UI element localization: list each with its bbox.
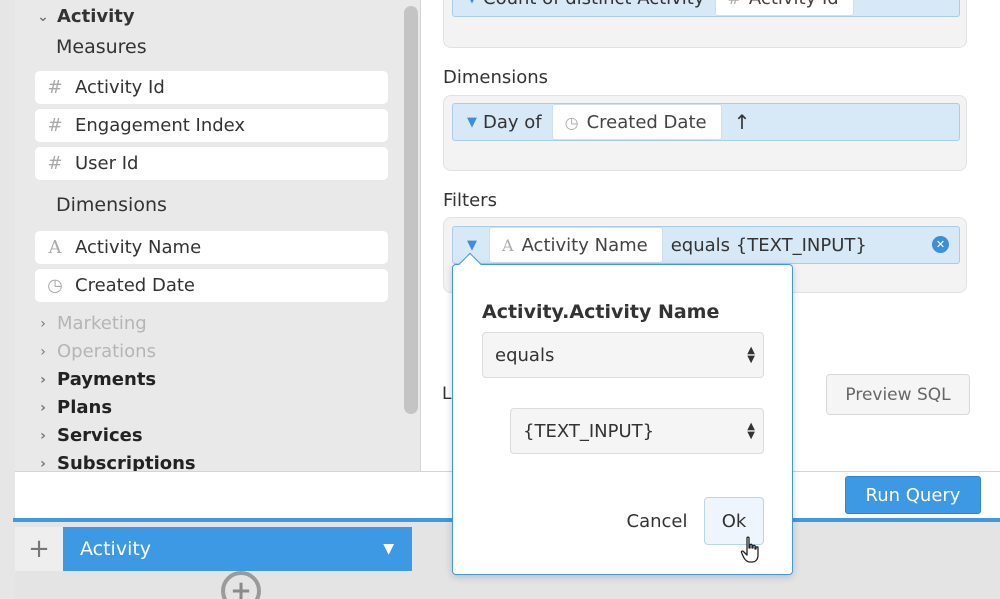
model-payments[interactable]: › Payments (33, 369, 156, 390)
filters-heading: Filters (443, 190, 497, 211)
add-query-button[interactable]: + (15, 527, 63, 571)
model-operations[interactable]: › Operations (33, 341, 156, 362)
dimensions-drop-zone[interactable]: ▼ Day of ◷ Created Date ↑ (443, 95, 967, 171)
query-tab-label: Activity (80, 538, 152, 560)
model-subscriptions[interactable]: › Subscriptions (33, 453, 196, 471)
model-label: Payments (57, 369, 157, 390)
filter-popover: Activity.Activity Name equals ▲ ▼ {TEXT_I… (452, 264, 793, 575)
filter-pill[interactable]: ▼ A Activity Name equals {TEXT_INPUT} ✕ (452, 226, 960, 264)
filter-field-label: Activity Name (521, 234, 648, 256)
model-activity[interactable]: ⌄ Activity (33, 6, 135, 27)
limit-label: L (442, 384, 452, 404)
measure-pill[interactable]: ▼ Count of distinct Activity # Activity … (452, 0, 960, 17)
hash-icon: # (47, 77, 63, 98)
model-plans[interactable]: › Plans (33, 397, 112, 418)
field-activity-name[interactable]: A Activity Name (35, 231, 388, 264)
chevron-down-icon: ⌄ (37, 8, 49, 25)
cancel-button[interactable]: Cancel (619, 501, 695, 541)
model-services[interactable]: › Services (33, 425, 143, 446)
hash-icon: # (728, 0, 741, 8)
model-label: Services (57, 425, 143, 446)
field-engagement-index[interactable]: # Engagement Index (35, 109, 388, 142)
measure-field-chip[interactable]: # Activity Id (714, 0, 854, 16)
caret-down-icon[interactable]: ▼ (467, 0, 477, 6)
field-created-date[interactable]: ◷ Created Date (35, 269, 388, 302)
model-marketing[interactable]: › Marketing (33, 313, 147, 334)
caret-down-icon[interactable]: ▼ (467, 115, 477, 130)
select-arrows-icon: ▲ ▼ (747, 345, 755, 365)
chevron-right-icon: › (40, 455, 46, 472)
dimension-field-label: Created Date (586, 111, 707, 133)
chevron-right-icon: › (40, 427, 46, 444)
hash-icon: # (47, 115, 63, 136)
clock-icon: ◷ (47, 275, 63, 296)
measure-field-label: Activity Id (749, 0, 839, 9)
text-type-icon: A (48, 237, 62, 258)
field-activity-id[interactable]: # Activity Id (35, 71, 388, 104)
field-label: Activity Name (75, 237, 202, 258)
clock-icon: ◷ (564, 112, 579, 132)
dimension-field-chip[interactable]: ◷ Created Date (551, 104, 722, 140)
dimension-granularity: Day of (483, 111, 542, 133)
model-label: Operations (57, 341, 156, 362)
plus-icon: + (28, 534, 50, 564)
value-select[interactable]: {TEXT_INPUT} ▲ ▼ (510, 408, 764, 454)
caret-down-icon[interactable]: ▼ (467, 238, 477, 253)
model-label: Marketing (57, 313, 147, 334)
chevron-right-icon: › (40, 399, 46, 416)
sort-ascending-icon[interactable]: ↑ (734, 110, 751, 134)
model-activity-label: Activity (57, 6, 135, 27)
dimension-pill[interactable]: ▼ Day of ◷ Created Date ↑ (452, 103, 960, 141)
field-user-id[interactable]: # User Id (35, 147, 388, 180)
measures-drop-zone[interactable]: ▼ Count of distinct Activity # Activity … (443, 0, 967, 48)
popover-title: Activity.Activity Name (482, 301, 720, 323)
preview-sql-button[interactable]: Preview SQL (826, 374, 970, 415)
dimensions-heading: Dimensions (443, 67, 549, 88)
hash-icon: # (47, 153, 63, 174)
select-arrows-icon: ▲ ▼ (747, 421, 755, 441)
run-query-button[interactable]: Run Query (845, 476, 981, 514)
field-label: Engagement Index (75, 115, 246, 136)
dropdown-arrow-icon[interactable]: ▼ (383, 541, 394, 557)
schema-panel: ⌄ Activity Measures # Activity Id # Enga… (15, 0, 420, 471)
measures-label: Measures (56, 36, 147, 58)
text-type-icon: A (502, 235, 514, 255)
hand-cursor-icon (740, 536, 759, 563)
measure-aggregation: Count of distinct Activity (483, 0, 705, 9)
chevron-right-icon: › (40, 371, 46, 388)
value-text: {TEXT_INPUT} (523, 420, 655, 442)
model-label: Plans (57, 397, 113, 418)
remove-filter-icon[interactable]: ✕ (932, 236, 949, 253)
operator-select[interactable]: equals ▲ ▼ (482, 332, 764, 378)
field-label: Created Date (75, 275, 195, 296)
dimensions-label: Dimensions (56, 194, 167, 216)
field-label: Activity Id (75, 77, 165, 98)
model-label: Subscriptions (57, 453, 196, 471)
chevron-right-icon: › (40, 315, 46, 332)
operator-value: equals (495, 344, 555, 366)
chevron-right-icon: › (40, 343, 46, 360)
filter-condition: equals {TEXT_INPUT} (670, 234, 867, 256)
schema-scrollbar[interactable] (404, 6, 418, 414)
field-label: User Id (75, 153, 139, 174)
query-tab-activity[interactable]: Activity ▼ (63, 527, 412, 571)
filter-field-chip[interactable]: A Activity Name (489, 227, 663, 263)
